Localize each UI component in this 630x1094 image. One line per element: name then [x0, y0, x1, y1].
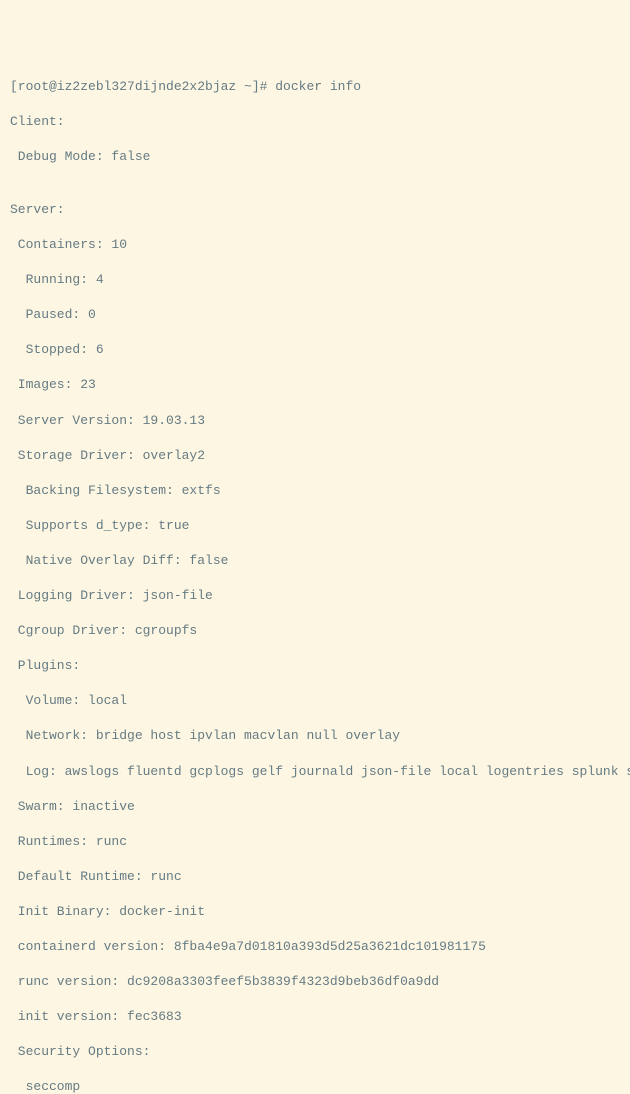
- containers-count: Containers: 10: [10, 236, 620, 254]
- running-count: Running: 4: [10, 271, 620, 289]
- plugin-network: Network: bridge host ipvlan macvlan null…: [10, 727, 620, 745]
- command-prompt-line: [root@iz2zebl327dijnde2x2bjaz ~]# docker…: [10, 78, 620, 96]
- swarm-status: Swarm: inactive: [10, 798, 620, 816]
- security-options-header: Security Options:: [10, 1043, 620, 1061]
- server-version: Server Version: 19.03.13: [10, 412, 620, 430]
- plugins-header: Plugins:: [10, 657, 620, 675]
- default-runtime: Default Runtime: runc: [10, 868, 620, 886]
- runc-version: runc version: dc9208a3303feef5b3839f4323…: [10, 973, 620, 991]
- runtimes: Runtimes: runc: [10, 833, 620, 851]
- init-version: init version: fec3683: [10, 1008, 620, 1026]
- native-overlay-diff: Native Overlay Diff: false: [10, 552, 620, 570]
- supports-dtype: Supports d_type: true: [10, 517, 620, 535]
- logging-driver: Logging Driver: json-file: [10, 587, 620, 605]
- seccomp: seccomp: [10, 1078, 620, 1094]
- plugin-volume: Volume: local: [10, 692, 620, 710]
- client-header: Client:: [10, 113, 620, 131]
- backing-filesystem: Backing Filesystem: extfs: [10, 482, 620, 500]
- server-header: Server:: [10, 201, 620, 219]
- stopped-count: Stopped: 6: [10, 341, 620, 359]
- storage-driver: Storage Driver: overlay2: [10, 447, 620, 465]
- images-count: Images: 23: [10, 376, 620, 394]
- paused-count: Paused: 0: [10, 306, 620, 324]
- cgroup-driver: Cgroup Driver: cgroupfs: [10, 622, 620, 640]
- plugin-log: Log: awslogs fluentd gcplogs gelf journa…: [10, 763, 620, 781]
- containerd-version: containerd version: 8fba4e9a7d01810a393d…: [10, 938, 620, 956]
- init-binary: Init Binary: docker-init: [10, 903, 620, 921]
- client-debug-mode: Debug Mode: false: [10, 148, 620, 166]
